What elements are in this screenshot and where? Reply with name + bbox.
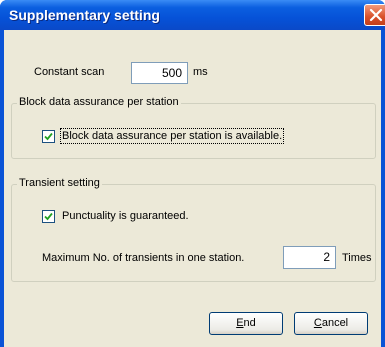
end-button-label: nd — [243, 317, 256, 329]
transient-setting-group: Transient setting Punctuality is guarant… — [11, 177, 376, 282]
constant-scan-input[interactable]: 500 — [131, 62, 188, 84]
max-transients-unit: Times — [342, 252, 372, 264]
dialog-title: Supplementary setting — [9, 7, 160, 23]
block-data-assurance-group-title: Block data assurance per station — [17, 96, 181, 108]
check-icon — [44, 132, 53, 141]
block-data-assurance-group: Block data assurance per station Block d… — [11, 96, 376, 159]
end-button-mnemonic: E — [236, 317, 244, 329]
end-button[interactable]: End — [209, 312, 283, 335]
block-data-assurance-checkbox-label[interactable]: Block data assurance per station is avai… — [59, 128, 285, 144]
check-icon — [44, 212, 53, 221]
supplementary-setting-dialog: Supplementary setting Constant scan 500 … — [0, 0, 385, 347]
title-bar: Supplementary setting — [0, 0, 385, 30]
cancel-button-mnemonic: C — [313, 317, 322, 329]
cancel-button[interactable]: Cancel — [294, 312, 368, 335]
max-transients-input[interactable]: 2 — [283, 246, 336, 269]
constant-scan-unit: ms — [193, 66, 208, 78]
punctuality-checkbox[interactable] — [42, 210, 55, 223]
max-transients-label: Maximum No. of transients in one station… — [42, 252, 245, 264]
constant-scan-label: Constant scan — [34, 66, 105, 78]
block-data-assurance-checkbox[interactable] — [42, 130, 55, 143]
dialog-body: Constant scan 500 ms Block data assuranc… — [4, 30, 381, 347]
cancel-button-label: ancel — [321, 317, 349, 329]
close-button[interactable] — [364, 4, 385, 26]
punctuality-checkbox-label[interactable]: Punctuality is guaranteed. — [62, 210, 189, 222]
close-icon — [369, 8, 383, 22]
transient-setting-group-title: Transient setting — [17, 177, 102, 189]
